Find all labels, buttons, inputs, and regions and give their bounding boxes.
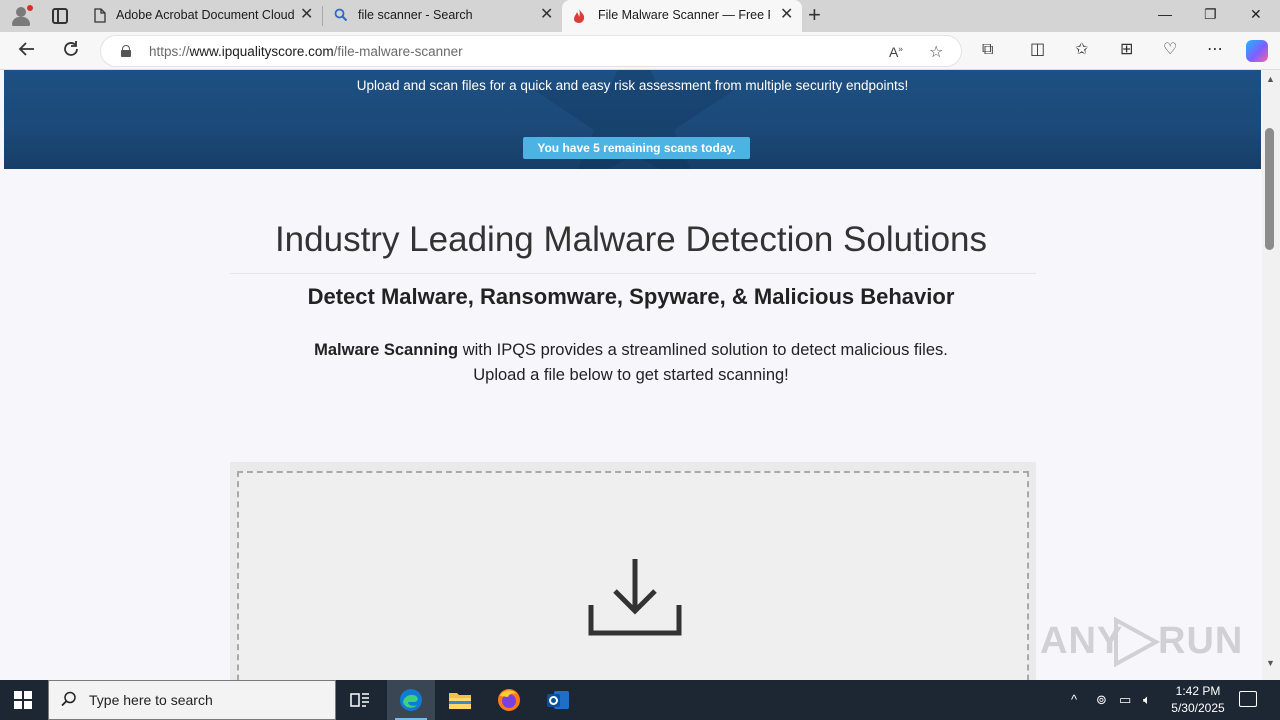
copilot-icon[interactable] [1246, 40, 1268, 62]
hero-subtitle: Upload and scan files for a quick and ea… [356, 78, 909, 93]
download-icon [588, 559, 682, 636]
extensions-icon[interactable]: ⧉ [982, 41, 993, 59]
close-window-icon[interactable]: ✕ [1250, 6, 1262, 23]
outlook-icon[interactable] [534, 680, 582, 720]
tab-strip: Adobe Acrobat Document Cloud ✕ file scan… [0, 0, 1280, 32]
favorites-icon[interactable]: ✩ [1075, 41, 1088, 59]
firefox-icon[interactable] [485, 680, 533, 720]
browser-essentials-icon[interactable]: ♡ [1163, 41, 1177, 59]
taskbar: Type here to search ^ ⊚ ▭ 🔈︎ 1:42 PM 5/3… [0, 680, 1280, 720]
anyrun-watermark: ANY RUN [1040, 610, 1242, 670]
taskbar-search-box[interactable]: Type here to search [48, 680, 336, 720]
close-tab-icon[interactable]: ✕ [540, 7, 553, 23]
tab-divider [322, 6, 323, 26]
tab-title: File Malware Scanner — Free File [598, 8, 770, 22]
remaining-scans-badge: You have 5 remaining scans today. [523, 137, 750, 159]
minimize-icon[interactable]: — [1158, 6, 1172, 22]
page-icon [94, 8, 106, 26]
edge-taskbar-icon[interactable] [387, 680, 435, 720]
new-tab-icon[interactable]: + [808, 4, 821, 26]
refresh-icon[interactable] [62, 40, 80, 61]
play-logo-icon [1114, 616, 1160, 668]
split-screen-icon[interactable]: ◫ [1030, 41, 1045, 59]
file-drop-zone[interactable] [237, 471, 1029, 680]
search-placeholder: Type here to search [89, 692, 213, 708]
collections-icon[interactable]: ⊞ [1120, 41, 1133, 59]
address-bar[interactable]: https://www.ipqualityscore.com/file-malw… [100, 35, 962, 67]
ipqs-flame-icon [572, 8, 586, 27]
page-subtitle: Detect Malware, Ransomware, Spyware, & M… [307, 284, 955, 309]
page-viewport: Upload and scan files for a quick and ea… [0, 70, 1262, 680]
tab-file-malware-scanner[interactable]: File Malware Scanner — Free File ✕ [562, 0, 802, 32]
intro-rest: with IPQS provides a streamlined solutio… [458, 341, 948, 359]
scroll-up-icon[interactable]: ▲ [1266, 74, 1275, 84]
search-icon [334, 8, 348, 25]
browser-toolbar: https://www.ipqualityscore.com/file-malw… [0, 32, 1280, 70]
profile-avatar-icon[interactable] [8, 4, 34, 28]
clock-time: 1:42 PM [1175, 684, 1221, 698]
search-icon [61, 691, 77, 712]
show-hidden-icons-icon[interactable]: ^ [1071, 692, 1077, 707]
task-view-icon[interactable] [336, 680, 384, 720]
back-icon[interactable] [18, 40, 36, 61]
tab-title: file scanner - Search [358, 8, 473, 22]
clock-date: 5/30/2025 [1171, 701, 1225, 715]
close-tab-icon[interactable]: ✕ [300, 7, 313, 23]
divider [230, 273, 1036, 274]
tab-file-scanner-search[interactable]: file scanner - Search ✕ [324, 0, 560, 32]
intro-bold: Malware Scanning [314, 341, 459, 359]
scroll-down-icon[interactable]: ▼ [1266, 658, 1275, 668]
more-menu-icon[interactable]: ⋯ [1207, 41, 1223, 59]
scrollbar-thumb[interactable] [1265, 128, 1274, 250]
upload-panel [230, 462, 1036, 680]
system-clock[interactable]: 1:42 PM 5/30/2025 [1160, 683, 1236, 717]
favorite-star-icon[interactable]: ☆ [929, 42, 943, 62]
file-explorer-icon[interactable] [436, 680, 484, 720]
restore-icon[interactable]: ❐ [1204, 6, 1217, 23]
hero-banner: Upload and scan files for a quick and ea… [4, 70, 1261, 169]
intro-line2: Upload a file below to get started scann… [473, 366, 789, 384]
notifications-icon[interactable] [1239, 691, 1257, 707]
tab-adobe-acrobat[interactable]: Adobe Acrobat Document Cloud ✕ [84, 0, 322, 32]
url-text[interactable]: https://www.ipqualityscore.com/file-malw… [149, 44, 463, 59]
tab-actions-icon[interactable] [52, 8, 68, 24]
page-scrollbar[interactable]: ▲ ▼ [1262, 70, 1280, 680]
volume-icon[interactable]: 🔈︎ [1143, 692, 1151, 708]
read-aloud-icon[interactable]: A» [889, 44, 903, 60]
tab-title: Adobe Acrobat Document Cloud [116, 8, 295, 22]
close-tab-icon[interactable]: ✕ [780, 7, 793, 23]
network-icon[interactable]: ▭ [1119, 692, 1131, 708]
intro-text: Malware Scanning with IPQS provides a st… [0, 338, 1262, 388]
meet-now-icon[interactable]: ⊚ [1096, 692, 1107, 708]
page-title: Industry Leading Malware Detection Solut… [274, 220, 988, 259]
lock-icon[interactable] [121, 45, 131, 57]
windows-start-icon[interactable] [14, 691, 32, 709]
